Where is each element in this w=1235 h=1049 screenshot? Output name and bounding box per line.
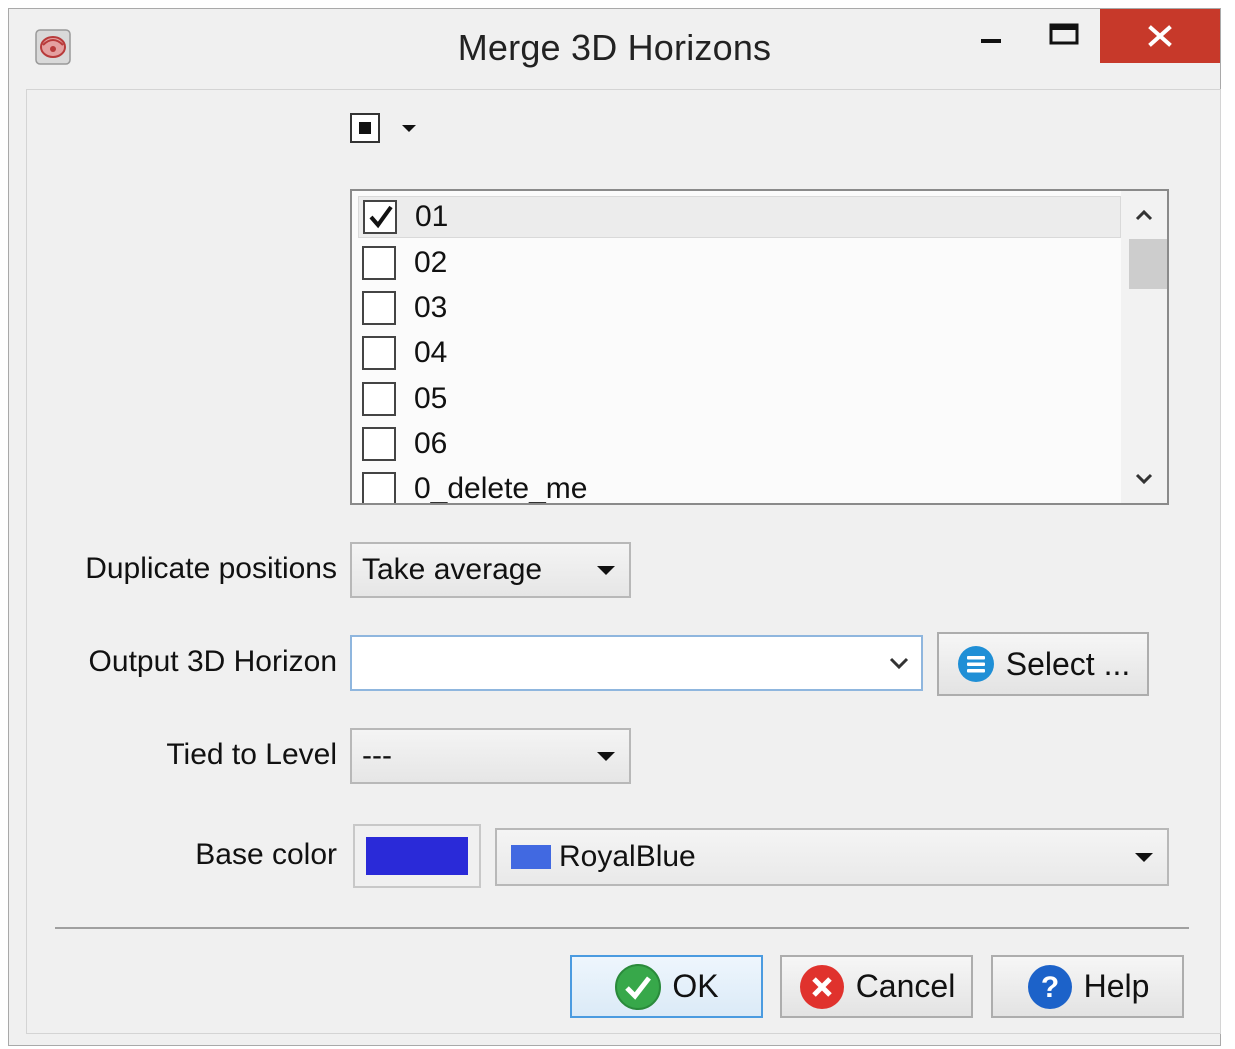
checkmark-icon: [369, 205, 393, 229]
item-label: 02: [414, 246, 448, 279]
color-name-value: RoyalBlue: [559, 840, 696, 873]
list-item[interactable]: 05: [358, 378, 1121, 420]
item-checkbox[interactable]: [362, 427, 396, 461]
chevron-down-icon[interactable]: [887, 651, 911, 675]
duplicate-positions-select[interactable]: Take average: [350, 542, 631, 598]
item-checkbox[interactable]: [362, 472, 396, 503]
item-label: 04: [414, 336, 448, 369]
color-swatch: [366, 837, 468, 875]
select-all-checkbox[interactable]: [350, 113, 380, 143]
maximize-button[interactable]: [1035, 9, 1101, 63]
item-checkbox[interactable]: [363, 200, 397, 234]
item-checkbox[interactable]: [362, 291, 396, 325]
ok-button[interactable]: OK: [570, 955, 763, 1018]
tied-to-level-select[interactable]: ---: [350, 728, 631, 784]
cancel-circle-icon: [799, 964, 844, 1009]
item-label: 0_delete_me: [414, 472, 588, 503]
divider: [55, 927, 1189, 929]
svg-text:?: ?: [1040, 971, 1058, 1004]
title-bar[interactable]: Merge 3D Horizons: [9, 9, 1220, 87]
horizon-list[interactable]: 01 02 03 04 05 06 0_delete_me: [350, 189, 1169, 505]
output-horizon-label: Output 3D Horizon: [88, 645, 337, 678]
item-checkbox[interactable]: [362, 246, 396, 280]
duplicate-positions-label: Duplicate positions: [85, 552, 337, 585]
chevron-down-icon: [1135, 473, 1153, 485]
dropdown-arrow-icon: [597, 566, 615, 575]
item-checkbox[interactable]: [362, 336, 396, 370]
help-label: Help: [1083, 968, 1150, 1004]
checkmark-circle-icon: [615, 963, 662, 1010]
ok-label: OK: [672, 968, 719, 1004]
item-label: 06: [414, 427, 448, 460]
output-horizon-input[interactable]: [350, 635, 923, 691]
base-color-label: Base color: [195, 838, 337, 871]
scroll-thumb[interactable]: [1129, 239, 1167, 289]
chevron-up-icon: [1135, 209, 1153, 221]
select-options-dropdown-icon[interactable]: [402, 124, 416, 132]
tied-to-level-value: ---: [362, 739, 392, 772]
tied-to-level-label: Tied to Level: [166, 738, 337, 771]
cancel-label: Cancel: [855, 968, 956, 1004]
close-icon: [1148, 25, 1172, 47]
base-color-swatch-button[interactable]: [353, 824, 481, 888]
list-item[interactable]: 02: [358, 242, 1121, 284]
help-icon: ?: [1027, 964, 1072, 1009]
list-item[interactable]: 03: [358, 287, 1121, 329]
item-label: 01: [415, 200, 449, 233]
select-all-control[interactable]: [350, 113, 416, 143]
list-scrollbar[interactable]: [1121, 191, 1167, 503]
item-label: 05: [414, 382, 448, 415]
color-name-select[interactable]: RoyalBlue: [495, 828, 1169, 886]
close-button[interactable]: [1100, 9, 1220, 63]
minimize-icon: [981, 39, 1001, 43]
scroll-down-button[interactable]: [1121, 459, 1167, 499]
dropdown-arrow-icon: [597, 752, 615, 761]
duplicate-positions-value: Take average: [362, 553, 543, 586]
dialog-window: Merge 3D Horizons 01 02 03 04 05 06 0_de…: [8, 8, 1221, 1046]
minimize-button[interactable]: [967, 9, 1027, 63]
list-item[interactable]: 0_delete_me: [358, 468, 1121, 503]
dropdown-arrow-icon: [1135, 853, 1153, 862]
list-icon: [957, 646, 994, 682]
item-checkbox[interactable]: [362, 382, 396, 416]
cancel-button[interactable]: Cancel: [780, 955, 973, 1018]
color-chip: [511, 845, 551, 869]
list-item[interactable]: 01: [358, 196, 1121, 238]
help-button[interactable]: ? Help: [991, 955, 1184, 1018]
maximize-icon: [1049, 23, 1079, 45]
list-item[interactable]: 04: [358, 332, 1121, 374]
scroll-up-button[interactable]: [1121, 195, 1167, 235]
select-horizon-button[interactable]: Select ...: [937, 632, 1149, 696]
output-horizon-field[interactable]: [352, 637, 882, 689]
list-item[interactable]: 06: [358, 423, 1121, 465]
select-button-label: Select ...: [1005, 645, 1131, 682]
item-label: 03: [414, 291, 448, 324]
